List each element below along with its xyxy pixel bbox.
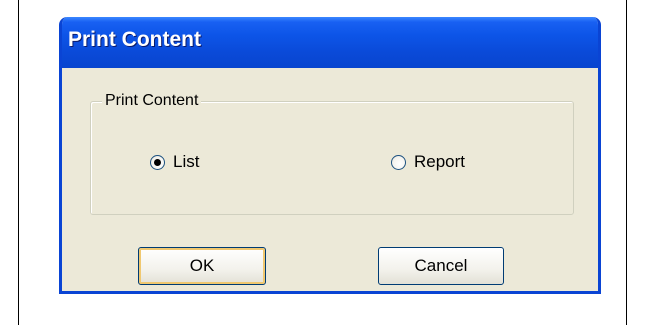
dialog-titlebar[interactable]: Print Content [62, 17, 598, 68]
radio-report-label[interactable]: Report [414, 152, 465, 172]
cancel-button[interactable]: Cancel [378, 247, 504, 285]
dialog-title: Print Content [68, 28, 201, 51]
ok-button[interactable]: OK [138, 247, 266, 285]
radio-list[interactable]: List [150, 152, 199, 172]
print-content-dialog: Print Content Print Content List Report … [59, 17, 601, 294]
frame-border-right [626, 0, 627, 325]
radio-selected-dot [154, 158, 161, 166]
frame-border-left [18, 0, 19, 325]
radio-report[interactable]: Report [391, 152, 465, 172]
groupbox-label: Print Content [102, 91, 202, 111]
radio-report-indicator[interactable] [391, 154, 406, 170]
radio-list-indicator[interactable] [150, 154, 165, 170]
screen: Print Content Print Content List Report … [0, 0, 645, 325]
radio-list-label[interactable]: List [173, 152, 199, 172]
